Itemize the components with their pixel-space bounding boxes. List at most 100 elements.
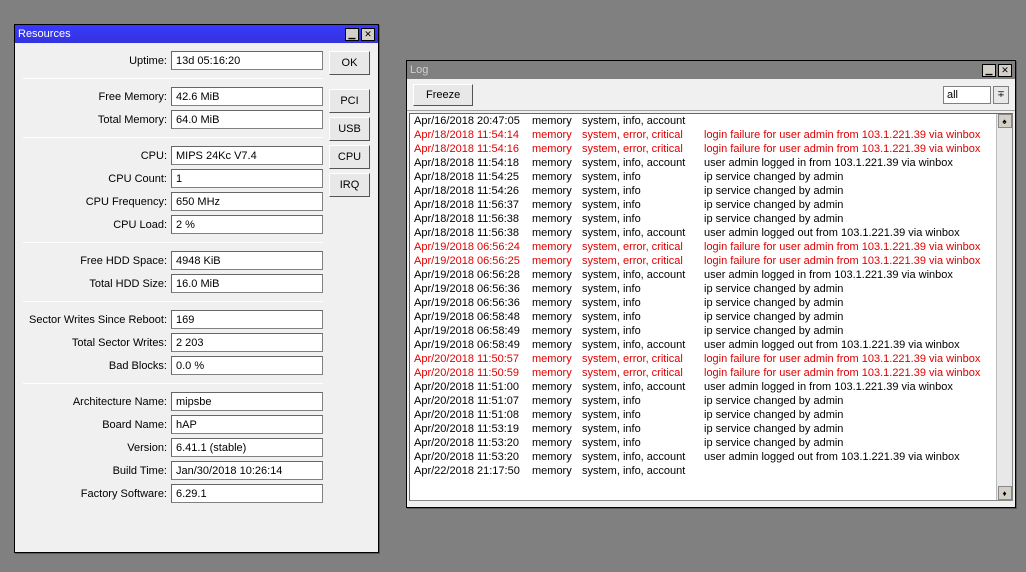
field-value[interactable] [171,438,323,457]
log-scrollbar[interactable]: ♠ ♦ [996,114,1012,500]
log-row[interactable]: Apr/19/2018 06:58:48memorysystem, infoip… [410,310,996,324]
field-row: Board Name: [23,415,323,434]
log-titlebar[interactable]: Log ▁ ✕ [407,61,1015,79]
field-value[interactable] [171,110,323,129]
log-message: login failure for user admin from 103.1.… [704,255,996,267]
log-row[interactable]: Apr/19/2018 06:56:36memorysystem, infoip… [410,282,996,296]
log-row[interactable]: Apr/20/2018 11:51:07memorysystem, infoip… [410,394,996,408]
usb-button[interactable]: USB [329,117,370,141]
log-row[interactable]: Apr/19/2018 06:56:25memorysystem, error,… [410,254,996,268]
log-row[interactable]: Apr/20/2018 11:53:20memorysystem, infoip… [410,436,996,450]
field-value[interactable] [171,484,323,503]
log-row[interactable]: Apr/20/2018 11:50:59memorysystem, error,… [410,366,996,380]
log-buffer: memory [532,143,582,155]
log-timestamp: Apr/19/2018 06:58:49 [410,325,532,337]
field-value[interactable] [171,192,323,211]
pci-button[interactable]: PCI [329,89,370,113]
ok-button[interactable]: OK [329,51,370,75]
field-label: Total Sector Writes: [23,337,167,349]
log-row[interactable]: Apr/19/2018 06:56:36memorysystem, infoip… [410,296,996,310]
field-row: Free Memory: [23,87,323,106]
log-buffer: memory [532,339,582,351]
log-row[interactable]: Apr/18/2018 11:54:16memorysystem, error,… [410,142,996,156]
log-buffer: memory [532,255,582,267]
cpu-button[interactable]: CPU [329,145,370,169]
minimize-icon[interactable]: ▁ [345,28,359,41]
log-row[interactable]: Apr/20/2018 11:53:19memorysystem, infoip… [410,422,996,436]
log-message: ip service changed by admin [704,325,996,337]
field-label: Architecture Name: [23,396,167,408]
field-row: CPU Load: [23,215,323,234]
log-timestamp: Apr/19/2018 06:58:49 [410,339,532,351]
field-value[interactable] [171,392,323,411]
log-topics: system, error, critical [582,143,704,155]
field-value[interactable] [171,146,323,165]
log-row[interactable]: Apr/18/2018 11:54:25memorysystem, infoip… [410,170,996,184]
field-value[interactable] [171,356,323,375]
log-buffer: memory [532,409,582,421]
log-row[interactable]: Apr/18/2018 11:54:26memorysystem, infoip… [410,184,996,198]
field-label: Uptime: [23,55,167,67]
log-row[interactable]: Apr/16/2018 20:47:05memorysystem, info, … [410,114,996,128]
field-row: Total Sector Writes: [23,333,323,352]
field-value[interactable] [171,251,323,270]
field-value[interactable] [171,310,323,329]
log-filter-input[interactable] [943,86,991,104]
log-topics: system, error, critical [582,129,704,141]
minimize-icon[interactable]: ▁ [982,64,996,77]
field-row: CPU Count: [23,169,323,188]
log-topics: system, error, critical [582,255,704,267]
close-icon[interactable]: ✕ [361,28,375,41]
field-value[interactable] [171,215,323,234]
field-label: Total HDD Size: [23,278,167,290]
field-value[interactable] [171,274,323,293]
filter-dropdown-icon[interactable]: ∓ [993,86,1009,104]
log-row[interactable]: Apr/20/2018 11:50:57memorysystem, error,… [410,352,996,366]
separator [23,78,323,79]
field-value[interactable] [171,333,323,352]
freeze-button[interactable]: Freeze [413,84,473,106]
field-row: CPU Frequency: [23,192,323,211]
close-icon[interactable]: ✕ [998,64,1012,77]
log-row[interactable]: Apr/20/2018 11:53:20memorysystem, info, … [410,450,996,464]
log-timestamp: Apr/18/2018 11:56:37 [410,199,532,211]
log-row[interactable]: Apr/20/2018 11:51:08memorysystem, infoip… [410,408,996,422]
log-row[interactable]: Apr/18/2018 11:54:14memorysystem, error,… [410,128,996,142]
log-row[interactable]: Apr/20/2018 11:51:00memorysystem, info, … [410,380,996,394]
irq-button[interactable]: IRQ [329,173,370,197]
log-row[interactable]: Apr/19/2018 06:58:49memorysystem, infoip… [410,324,996,338]
log-topics: system, info, account [582,339,704,351]
scroll-down-icon[interactable]: ♦ [998,486,1012,500]
log-row[interactable]: Apr/19/2018 06:56:24memorysystem, error,… [410,240,996,254]
log-message: ip service changed by admin [704,213,996,225]
resources-titlebar[interactable]: Resources ▁ ✕ [15,25,378,43]
log-buffer: memory [532,213,582,225]
log-row[interactable]: Apr/18/2018 11:56:37memorysystem, infoip… [410,198,996,212]
log-topics: system, info, account [582,115,704,127]
log-topics: system, error, critical [582,241,704,253]
field-value[interactable] [171,415,323,434]
field-value[interactable] [171,461,323,480]
log-message: user admin logged out from 103.1.221.39 … [704,339,996,351]
log-timestamp: Apr/18/2018 11:54:25 [410,171,532,183]
log-row[interactable]: Apr/19/2018 06:58:49memorysystem, info, … [410,338,996,352]
log-timestamp: Apr/19/2018 06:58:48 [410,311,532,323]
field-value[interactable] [171,51,323,70]
field-label: Board Name: [23,419,167,431]
field-row: CPU: [23,146,323,165]
log-row[interactable]: Apr/18/2018 11:56:38memorysystem, info, … [410,226,996,240]
log-topics: system, info, account [582,227,704,239]
log-row[interactable]: Apr/19/2018 06:56:28memorysystem, info, … [410,268,996,282]
log-row[interactable]: Apr/18/2018 11:56:38memorysystem, infoip… [410,212,996,226]
field-value[interactable] [171,169,323,188]
log-topics: system, info, account [582,269,704,281]
log-buffer: memory [532,395,582,407]
log-row[interactable]: Apr/22/2018 21:17:50memorysystem, info, … [410,464,996,478]
scroll-up-icon[interactable]: ♠ [998,114,1012,128]
log-timestamp: Apr/20/2018 11:51:00 [410,381,532,393]
resources-buttons-col: OK PCI USB CPU IRQ [329,51,370,503]
field-value[interactable] [171,87,323,106]
field-label: Bad Blocks: [23,360,167,372]
log-row[interactable]: Apr/18/2018 11:54:18memorysystem, info, … [410,156,996,170]
separator [23,301,323,302]
